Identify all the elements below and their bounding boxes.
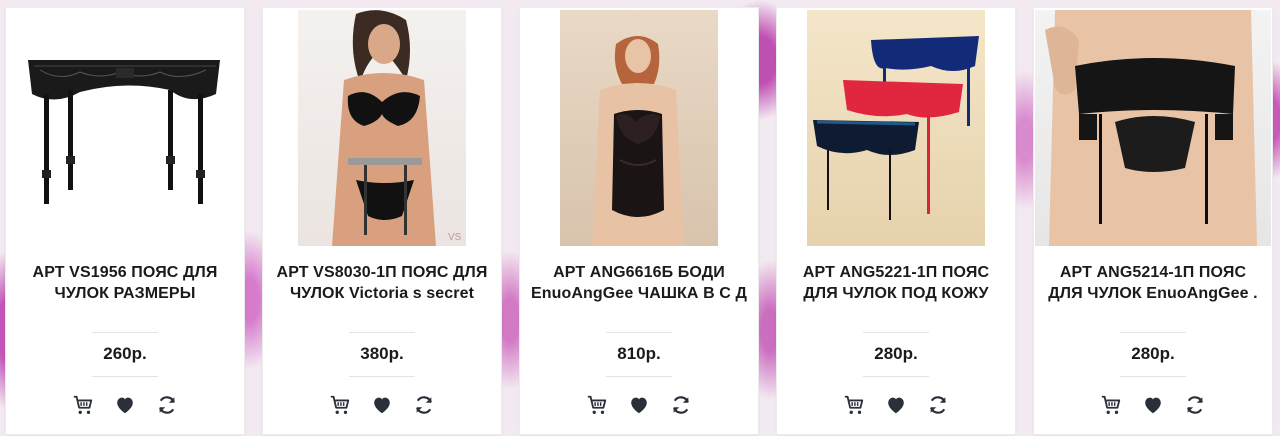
- compare-icon: [673, 396, 689, 414]
- product-image[interactable]: [560, 10, 718, 246]
- add-to-cart-button[interactable]: [843, 394, 865, 416]
- add-to-wishlist-button[interactable]: [371, 394, 393, 416]
- product-actions: [6, 394, 244, 416]
- divider: [606, 332, 672, 333]
- add-to-compare-button[interactable]: [670, 394, 692, 416]
- add-to-cart-button[interactable]: [329, 394, 351, 416]
- svg-text:VS: VS: [448, 232, 462, 243]
- product-image-model-lingerie: VS: [332, 10, 462, 246]
- heart-icon: [888, 397, 904, 414]
- compare-icon: [1187, 396, 1203, 414]
- divider: [349, 376, 415, 377]
- divider: [1120, 376, 1186, 377]
- heart-icon: [374, 397, 390, 414]
- product-actions: [520, 394, 758, 416]
- divider: [92, 332, 158, 333]
- product-actions: [777, 394, 1015, 416]
- add-to-wishlist-button[interactable]: [1142, 394, 1164, 416]
- product-card[interactable]: АРТ ANG6616Б БОДИ EnuoAngGee ЧАШКА В С Д…: [520, 8, 758, 434]
- cart-icon: [73, 395, 93, 414]
- add-to-compare-button[interactable]: [156, 394, 178, 416]
- product-image-model-bodysuit: [592, 36, 684, 246]
- product-card[interactable]: АРТ ANG5221-1П ПОЯС ДЛЯ ЧУЛОК ПОД КОЖУ 2…: [777, 8, 1015, 434]
- divider: [92, 376, 158, 377]
- add-to-wishlist-button[interactable]: [628, 394, 650, 416]
- cart-icon: [330, 395, 350, 414]
- divider: [1120, 332, 1186, 333]
- product-image[interactable]: VS: [298, 10, 466, 246]
- product-actions: [1034, 394, 1272, 416]
- product-price: 260р.: [103, 344, 147, 363]
- product-image[interactable]: [807, 10, 985, 246]
- product-title[interactable]: АРТ ANG5221-1П ПОЯС ДЛЯ ЧУЛОК ПОД КОЖУ: [787, 262, 1005, 304]
- add-to-wishlist-button[interactable]: [114, 394, 136, 416]
- product-price: 380р.: [360, 344, 404, 363]
- product-actions: [263, 394, 501, 416]
- product-title[interactable]: АРТ ANG5214-1П ПОЯС ДЛЯ ЧУЛОК EnuoAngGee…: [1044, 262, 1262, 304]
- product-image[interactable]: [20, 10, 230, 246]
- add-to-compare-button[interactable]: [1184, 394, 1206, 416]
- product-grid: АРТ VS1956 ПОЯС ДЛЯ ЧУЛОК РАЗМЕРЫ 260р.: [0, 0, 1280, 436]
- heart-icon: [117, 397, 133, 414]
- product-price: 280р.: [1131, 344, 1175, 363]
- add-to-wishlist-button[interactable]: [885, 394, 907, 416]
- product-price: 810р.: [617, 344, 661, 363]
- add-to-compare-button[interactable]: [413, 394, 435, 416]
- add-to-compare-button[interactable]: [927, 394, 949, 416]
- add-to-cart-button[interactable]: [72, 394, 94, 416]
- divider: [863, 376, 929, 377]
- divider: [606, 376, 672, 377]
- divider: [349, 332, 415, 333]
- product-title[interactable]: АРТ VS8030-1П ПОЯС ДЛЯ ЧУЛОК Victoria s …: [273, 262, 491, 304]
- product-title[interactable]: АРТ ANG6616Б БОДИ EnuoAngGee ЧАШКА В С Д: [530, 262, 748, 304]
- compare-icon: [416, 396, 432, 414]
- product-image-three-garter-belts: [813, 36, 979, 220]
- product-image-model-leather-belt: [1045, 10, 1257, 246]
- product-title[interactable]: АРТ VS1956 ПОЯС ДЛЯ ЧУЛОК РАЗМЕРЫ: [16, 262, 234, 304]
- cart-icon: [1101, 395, 1121, 414]
- add-to-cart-button[interactable]: [1100, 394, 1122, 416]
- heart-icon: [631, 397, 647, 414]
- product-card[interactable]: VS АРТ VS8030-1П ПОЯС ДЛЯ ЧУЛОК Victoria…: [263, 8, 501, 434]
- product-card[interactable]: АРТ VS1956 ПОЯС ДЛЯ ЧУЛОК РАЗМЕРЫ 260р.: [6, 8, 244, 434]
- add-to-cart-button[interactable]: [586, 394, 608, 416]
- divider: [863, 332, 929, 333]
- product-image-garter-belt: [28, 60, 220, 204]
- cart-icon: [844, 395, 864, 414]
- product-price: 280р.: [874, 344, 918, 363]
- product-image[interactable]: [1035, 10, 1271, 246]
- cart-icon: [587, 395, 607, 414]
- product-card[interactable]: АРТ ANG5214-1П ПОЯС ДЛЯ ЧУЛОК EnuoAngGee…: [1034, 8, 1272, 434]
- heart-icon: [1145, 397, 1161, 414]
- compare-icon: [159, 396, 175, 414]
- compare-icon: [930, 396, 946, 414]
